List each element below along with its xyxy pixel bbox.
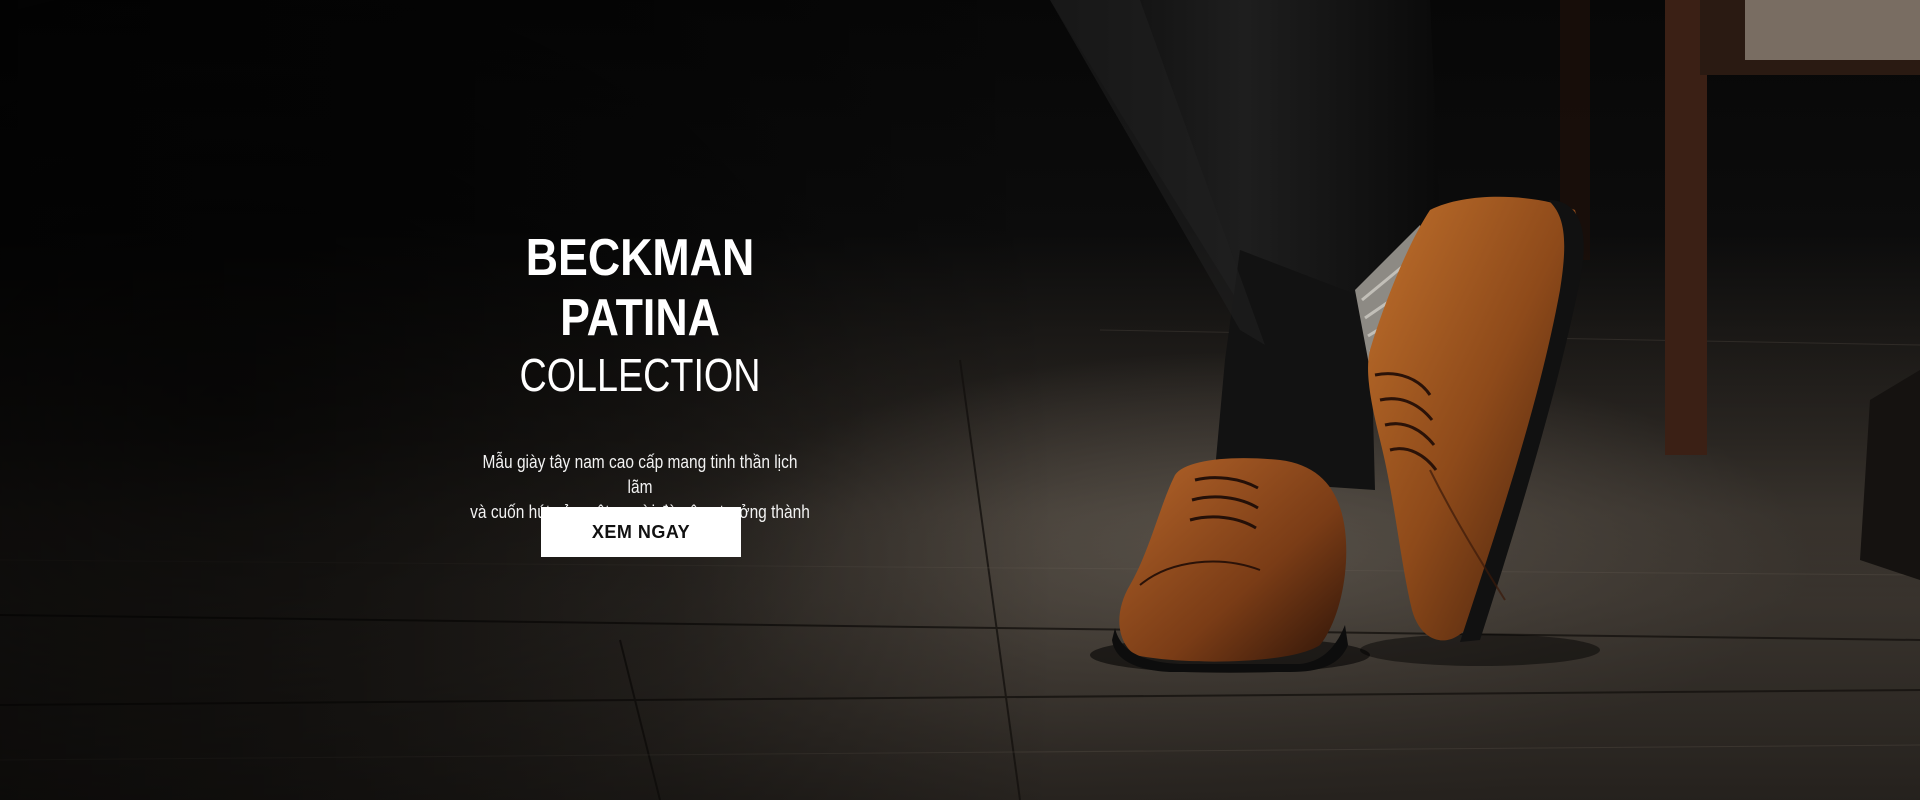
hero-title: BECKMAN PATINA [525, 229, 755, 347]
hero-banner: BECKMAN PATINA COLLECTION Mẫu giày tây n… [0, 0, 1920, 800]
hero-description-line-1: Mẫu giày tây nam cao cấp mang tinh thần … [482, 452, 798, 497]
view-now-button[interactable]: XEM NGAY [541, 507, 741, 557]
hero-subtitle: COLLECTION [519, 349, 761, 401]
left-text-shade [0, 0, 1920, 800]
hero-text-block: BECKMAN PATINA COLLECTION Mẫu giày tây n… [440, 228, 840, 525]
